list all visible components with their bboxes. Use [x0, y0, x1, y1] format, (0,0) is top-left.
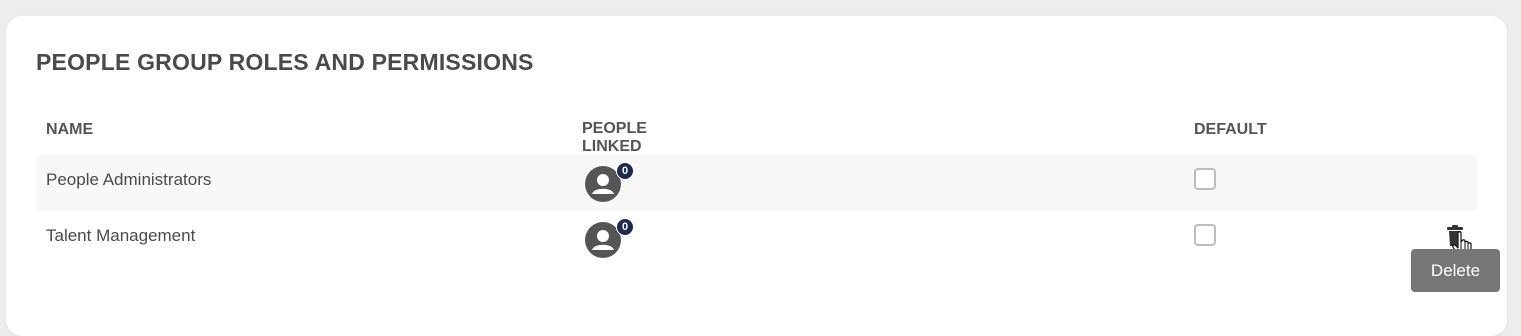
people-linked-button[interactable]: 0 — [585, 218, 634, 260]
role-name: Talent Management — [46, 226, 196, 245]
people-count-badge: 0 — [616, 162, 634, 180]
page-title: PEOPLE GROUP ROLES AND PERMISSIONS — [36, 49, 534, 75]
role-name: People Administrators — [46, 170, 212, 189]
roles-card: PEOPLE GROUP ROLES AND PERMISSIONS NAME … — [6, 16, 1507, 336]
people-count-badge: 0 — [616, 218, 634, 236]
delete-tooltip: Delete — [1411, 249, 1500, 292]
column-header-people-linked: PEOPLE LINKED TO ROLE — [582, 120, 647, 191]
people-linked-button[interactable]: 0 — [585, 162, 634, 204]
default-checkbox[interactable] — [1194, 224, 1216, 246]
column-header-default: DEFAULT — [1194, 121, 1267, 138]
table-row[interactable]: People Administrators 0 — [36, 155, 1477, 211]
roles-table: NAME PEOPLE LINKED TO ROLE DEFAULT Peopl… — [36, 111, 1477, 267]
default-checkbox[interactable] — [1194, 168, 1216, 190]
table-row[interactable]: Talent Management 0 — [36, 211, 1477, 267]
table-header: NAME PEOPLE LINKED TO ROLE DEFAULT — [36, 111, 1477, 191]
trash-icon[interactable] — [1446, 225, 1464, 247]
column-header-name: NAME — [46, 121, 94, 138]
